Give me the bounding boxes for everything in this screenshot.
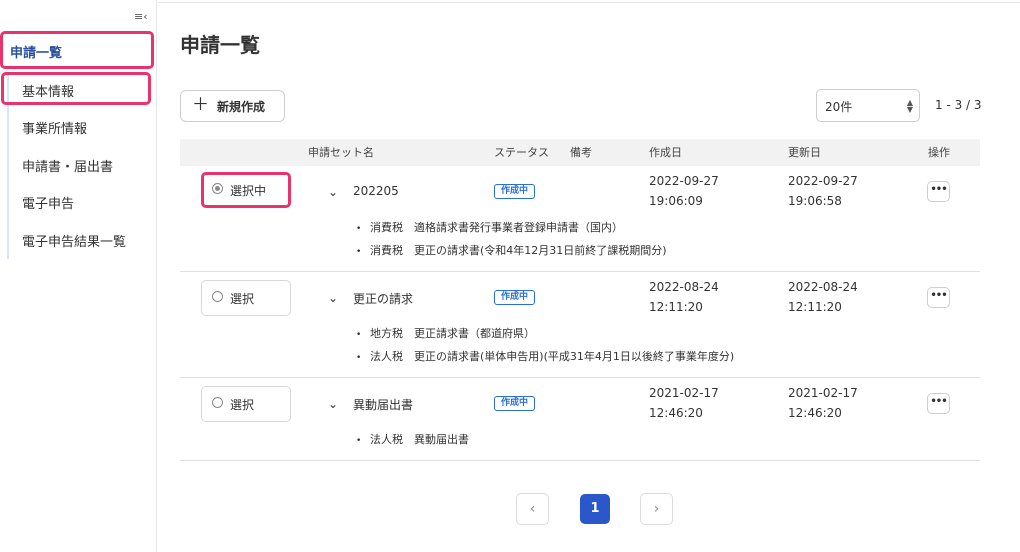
- select-label: 選択中: [230, 184, 267, 198]
- set-name: 更正の請求: [353, 292, 414, 306]
- updated-time: 19:06:58: [788, 194, 842, 208]
- more-actions-button[interactable]: •••: [927, 393, 950, 414]
- main-content: 申請一覧 ＋ 新規作成 20件 ▲ ▼ 1 - 3 / 3 申請セット名 ステータ…: [158, 0, 1020, 552]
- sidebar: ≡‹ 申請一覧 基本情報 事業所情報 申請書・届出書 電子申告 電子申告結果一覧: [0, 0, 157, 552]
- sidebar-item-e-filing[interactable]: 電子申告: [6, 193, 156, 212]
- created-time: 12:11:20: [649, 300, 703, 314]
- col-name: 申請セット名: [308, 146, 374, 159]
- new-create-label: 新規作成: [217, 100, 266, 114]
- set-name: 202205: [353, 184, 399, 198]
- table-header: 申請セット名 ステータス 備考 作成日 更新日 操作: [180, 139, 980, 166]
- result-range: 1 - 3 / 3: [935, 98, 982, 112]
- sidebar-item-basic-info[interactable]: 基本情報: [1, 72, 151, 105]
- row-select-radio[interactable]: 選択: [201, 386, 291, 422]
- created-date: 2022-09-27: [649, 174, 719, 188]
- select-label: 選択: [230, 398, 255, 412]
- list-item: 法人税 更正の請求書(単体申告用)(平成31年4月1日以後終了事業年度分): [356, 345, 734, 368]
- updated-date: 2021-02-17: [788, 386, 858, 400]
- next-page-button[interactable]: ›: [640, 493, 673, 525]
- updated-date: 2022-08-24: [788, 280, 858, 294]
- row-divider: [180, 377, 980, 378]
- status-badge: 作成中: [494, 184, 536, 199]
- set-name: 異動届出書: [353, 398, 414, 412]
- updated-time: 12:46:20: [788, 406, 842, 420]
- row-select-radio[interactable]: 選択中: [201, 172, 291, 208]
- list-item: 消費税 更正の請求書(令和4年12月31日前終了課税期間分): [356, 239, 667, 262]
- chevron-down-icon[interactable]: ⌄: [328, 186, 340, 198]
- col-actions: 操作: [928, 146, 950, 159]
- list-item: 消費税 適格請求書発行事業者登録申請書（国内）: [356, 216, 667, 239]
- per-page-select[interactable]: 20件 ▲ ▼: [816, 89, 920, 122]
- status-badge: 作成中: [494, 290, 536, 305]
- select-label: 選択: [230, 292, 255, 306]
- status-badge: 作成中: [494, 396, 536, 411]
- sidebar-item-applications[interactable]: 申請書・届出書: [6, 156, 156, 175]
- prev-page-button[interactable]: ‹: [516, 493, 549, 525]
- more-actions-button[interactable]: •••: [927, 287, 950, 308]
- col-status: ステータス: [494, 146, 549, 159]
- sidebar-item-application-list[interactable]: 申請一覧: [0, 31, 154, 69]
- radio-icon: [212, 291, 223, 302]
- created-time: 19:06:09: [649, 194, 703, 208]
- chevron-down-icon[interactable]: ⌄: [328, 398, 340, 410]
- plus-icon: ＋: [192, 95, 209, 115]
- updated-date: 2022-09-27: [788, 174, 858, 188]
- sidebar-item-e-filing-results[interactable]: 電子申告結果一覧: [6, 231, 156, 250]
- page-title: 申請一覧: [180, 33, 260, 57]
- select-arrows-icon: ▲ ▼: [906, 98, 913, 114]
- created-date: 2021-02-17: [649, 386, 719, 400]
- document-list: 法人税 異動届出書: [356, 428, 469, 451]
- divider: [158, 2, 1020, 3]
- col-created: 作成日: [649, 146, 682, 159]
- radio-icon: [212, 183, 223, 194]
- col-note: 備考: [570, 146, 592, 159]
- chevron-down-icon[interactable]: ⌄: [328, 292, 340, 304]
- more-actions-button[interactable]: •••: [927, 181, 950, 202]
- collapse-menu-icon[interactable]: ≡‹: [134, 11, 148, 23]
- created-date: 2022-08-24: [649, 280, 719, 294]
- new-create-button[interactable]: ＋ 新規作成: [180, 90, 285, 122]
- updated-time: 12:11:20: [788, 300, 842, 314]
- list-item: 地方税 更正請求書（都道府県）: [356, 322, 734, 345]
- radio-icon: [212, 397, 223, 408]
- sidebar-item-office-info[interactable]: 事業所情報: [6, 118, 156, 137]
- list-item: 法人税 異動届出書: [356, 428, 469, 451]
- row-divider: [180, 271, 980, 272]
- row-select-radio[interactable]: 選択: [201, 280, 291, 316]
- document-list: 消費税 適格請求書発行事業者登録申請書（国内） 消費税 更正の請求書(令和4年1…: [356, 216, 667, 262]
- per-page-value: 20件: [825, 100, 853, 114]
- document-list: 地方税 更正請求書（都道府県） 法人税 更正の請求書(単体申告用)(平成31年4…: [356, 322, 734, 368]
- created-time: 12:46:20: [649, 406, 703, 420]
- page-1-button[interactable]: 1: [580, 494, 610, 524]
- row-divider: [180, 460, 980, 461]
- col-updated: 更新日: [788, 146, 821, 159]
